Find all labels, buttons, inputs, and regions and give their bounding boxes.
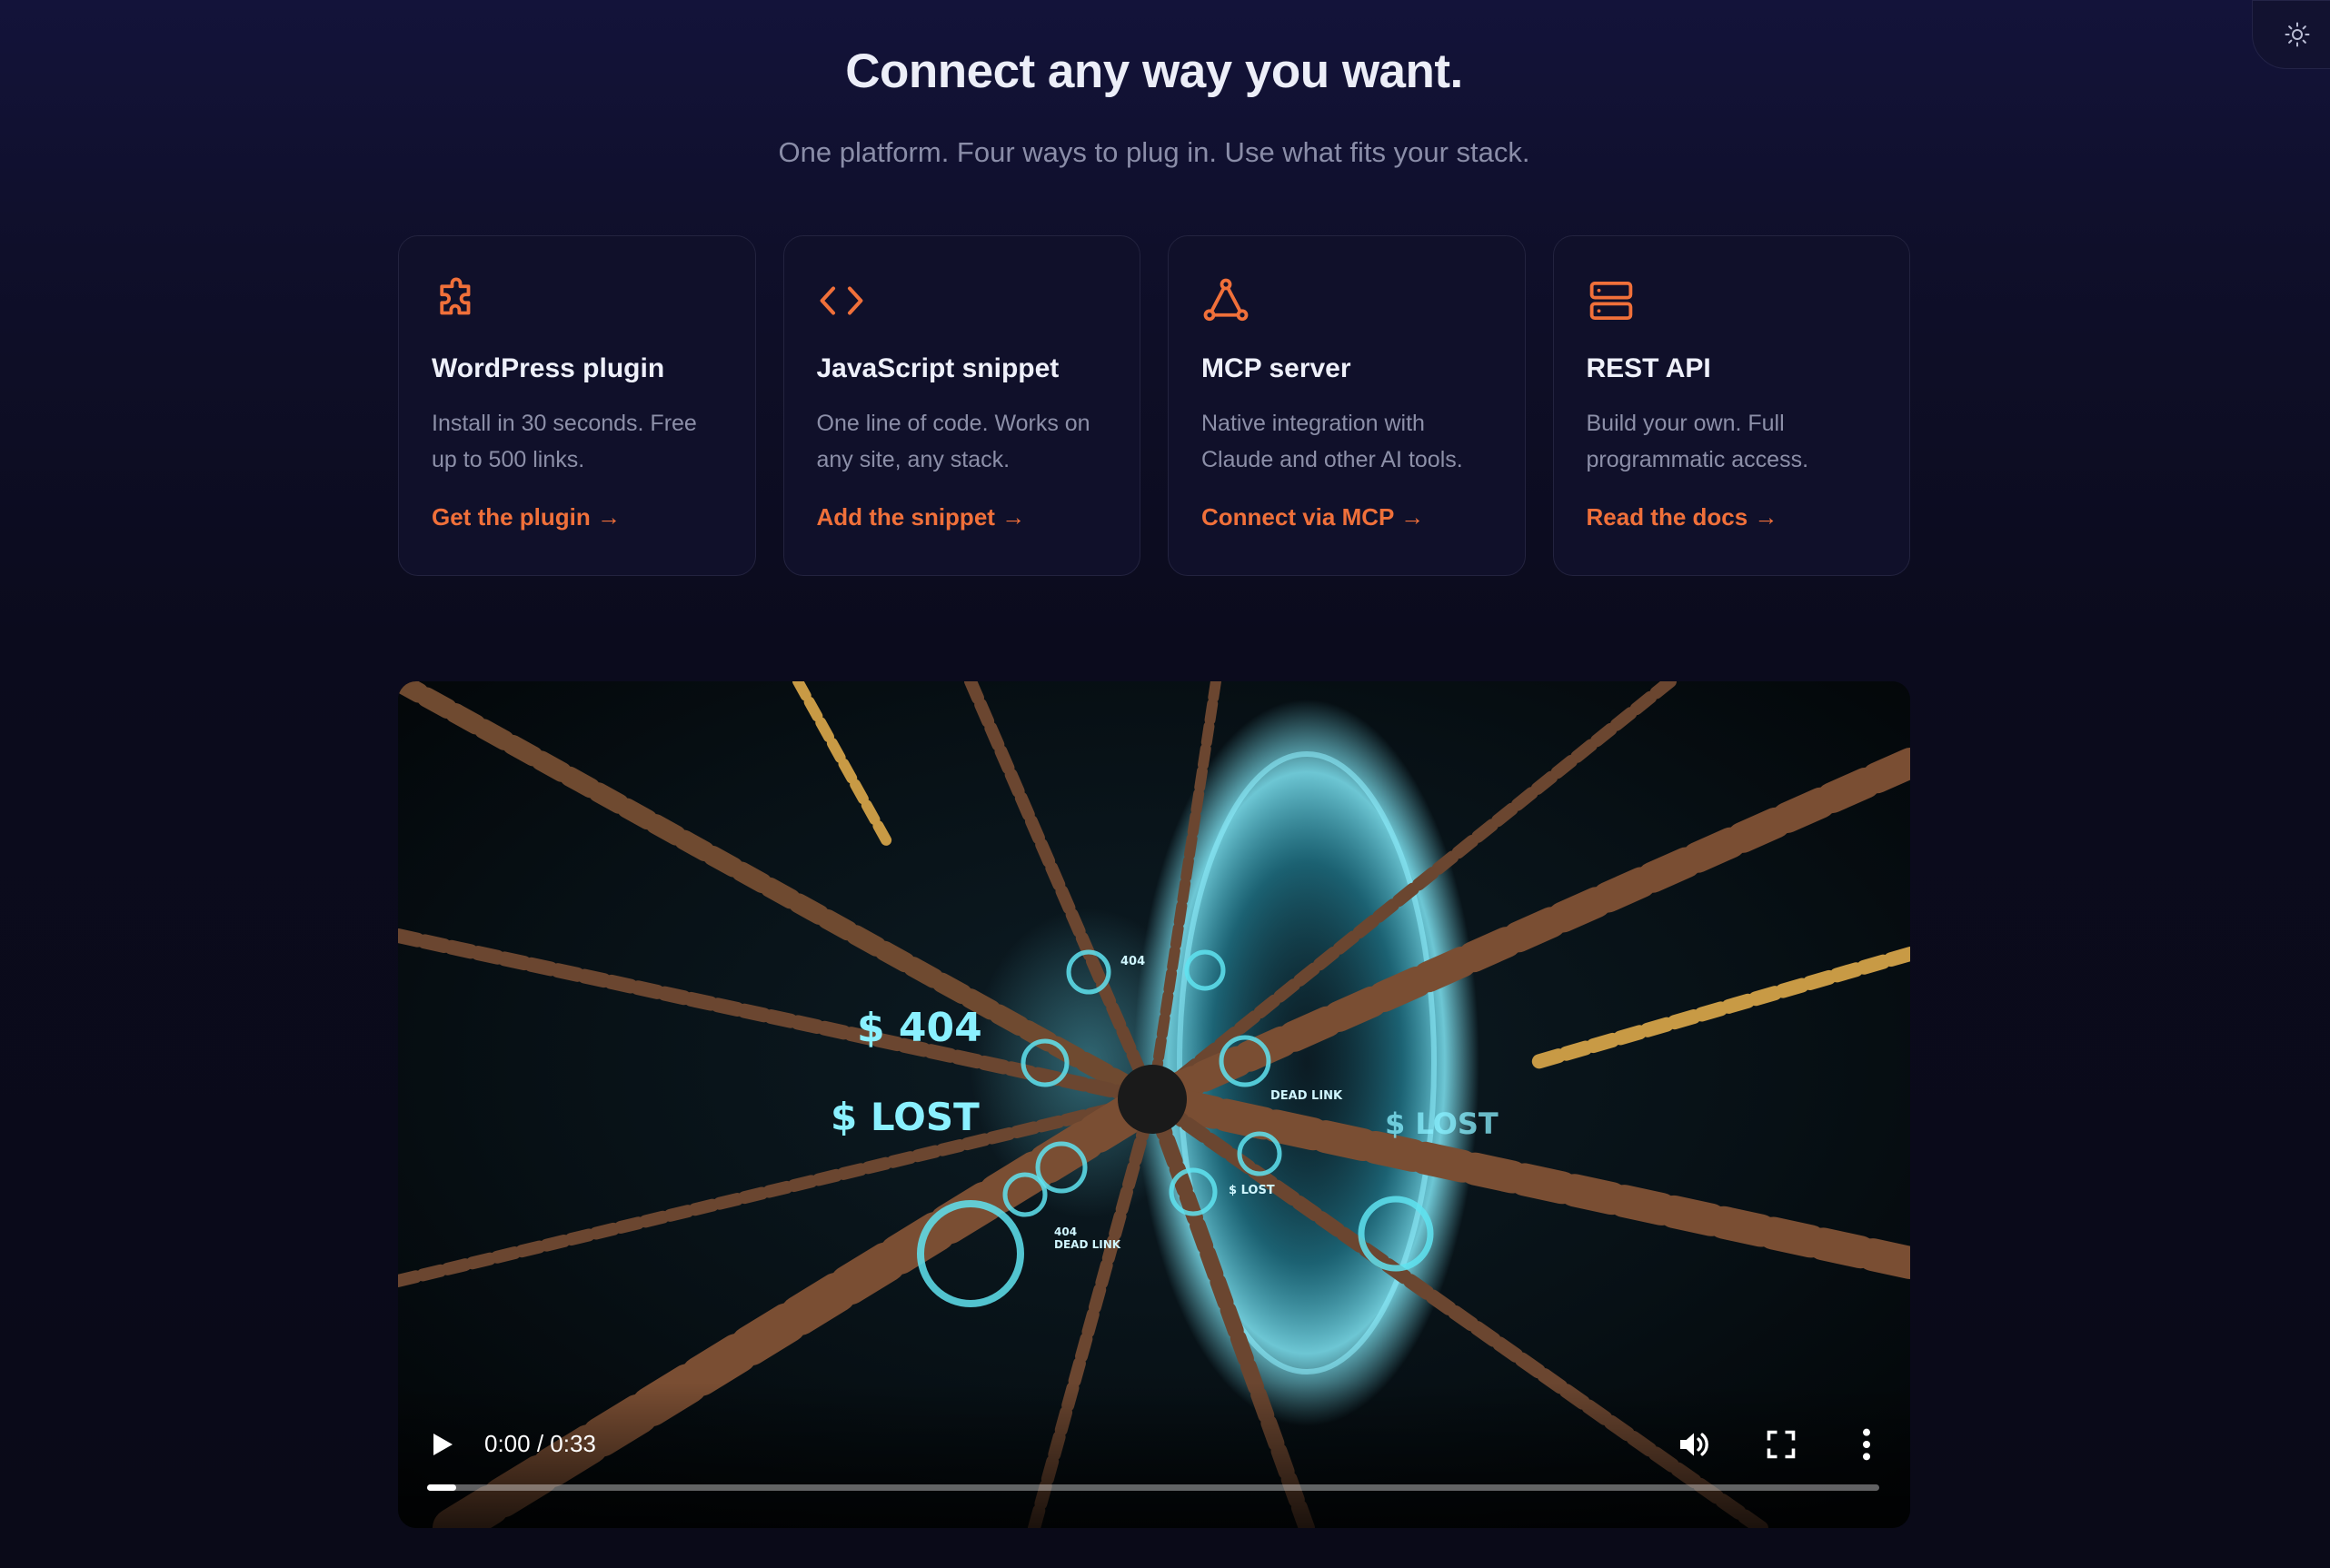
- page: Connect any way you want. One platform. …: [0, 0, 2330, 1568]
- server-stack-icon: [1587, 276, 1636, 325]
- video-progress-bar[interactable]: [427, 1484, 1879, 1491]
- overlay-lost-large: $ LOST: [831, 1095, 980, 1139]
- add-snippet-link[interactable]: Add the snippet →: [817, 503, 1026, 531]
- card-mcp-server: MCP server Native integration with Claud…: [1168, 235, 1526, 576]
- card-description: Install in 30 seconds. Free up to 500 li…: [432, 411, 697, 472]
- page-title: Connect any way you want.: [845, 45, 1463, 98]
- more-options-icon[interactable]: [1857, 1426, 1876, 1463]
- video-progress-fill: [427, 1484, 456, 1491]
- overlay-404-small: 404: [1120, 955, 1145, 968]
- video-time: 0:00 / 0:33: [484, 1430, 596, 1457]
- card-rest-api: REST API Build your own. Full programmat…: [1552, 235, 1910, 576]
- overlay-404-large: $ 404: [857, 1005, 982, 1051]
- integration-cards: WordPress plugin Install in 30 seconds. …: [398, 235, 1910, 576]
- code-brackets-icon: [817, 276, 866, 325]
- card-description: Build your own. Full programmatic access…: [1586, 411, 1809, 472]
- volume-icon[interactable]: [1676, 1426, 1712, 1463]
- card-title: JavaScript snippet: [816, 353, 1060, 383]
- card-javascript-snippet: JavaScript snippet One line of code. Wor…: [782, 235, 1140, 576]
- overlay-404-dead-a: 404: [1054, 1226, 1077, 1238]
- puzzle-icon: [432, 276, 481, 325]
- card-title: WordPress plugin: [432, 353, 665, 383]
- connect-mcp-link[interactable]: Connect via MCP →: [1201, 503, 1424, 531]
- overlay-lost-right: $ LOST: [1385, 1107, 1499, 1141]
- overlay-404-dead-b: DEAD LINK: [1054, 1238, 1121, 1251]
- card-title: REST API: [1586, 353, 1711, 383]
- card-wordpress-plugin: WordPress plugin Install in 30 seconds. …: [398, 235, 756, 576]
- overlay-dead-link: DEAD LINK: [1270, 1089, 1343, 1103]
- network-triangle-icon: [1201, 276, 1250, 325]
- card-description: One line of code. Works on any site, any…: [816, 411, 1090, 472]
- play-icon[interactable]: [425, 1428, 458, 1461]
- card-description: Native integration with Claude and other…: [1201, 411, 1463, 472]
- fullscreen-icon[interactable]: [1765, 1428, 1797, 1461]
- card-title: MCP server: [1201, 353, 1351, 383]
- page-subtitle: One platform. Four ways to plug in. Use …: [778, 136, 1530, 168]
- video-player[interactable]: $ 404 $ LOST $ LOST 404 DEAD LINK $ LOST…: [398, 681, 1910, 1528]
- get-plugin-link[interactable]: Get the plugin →: [432, 503, 621, 531]
- read-docs-link[interactable]: Read the docs →: [1587, 503, 1778, 531]
- overlay-lost-small: $ LOST: [1229, 1184, 1275, 1197]
